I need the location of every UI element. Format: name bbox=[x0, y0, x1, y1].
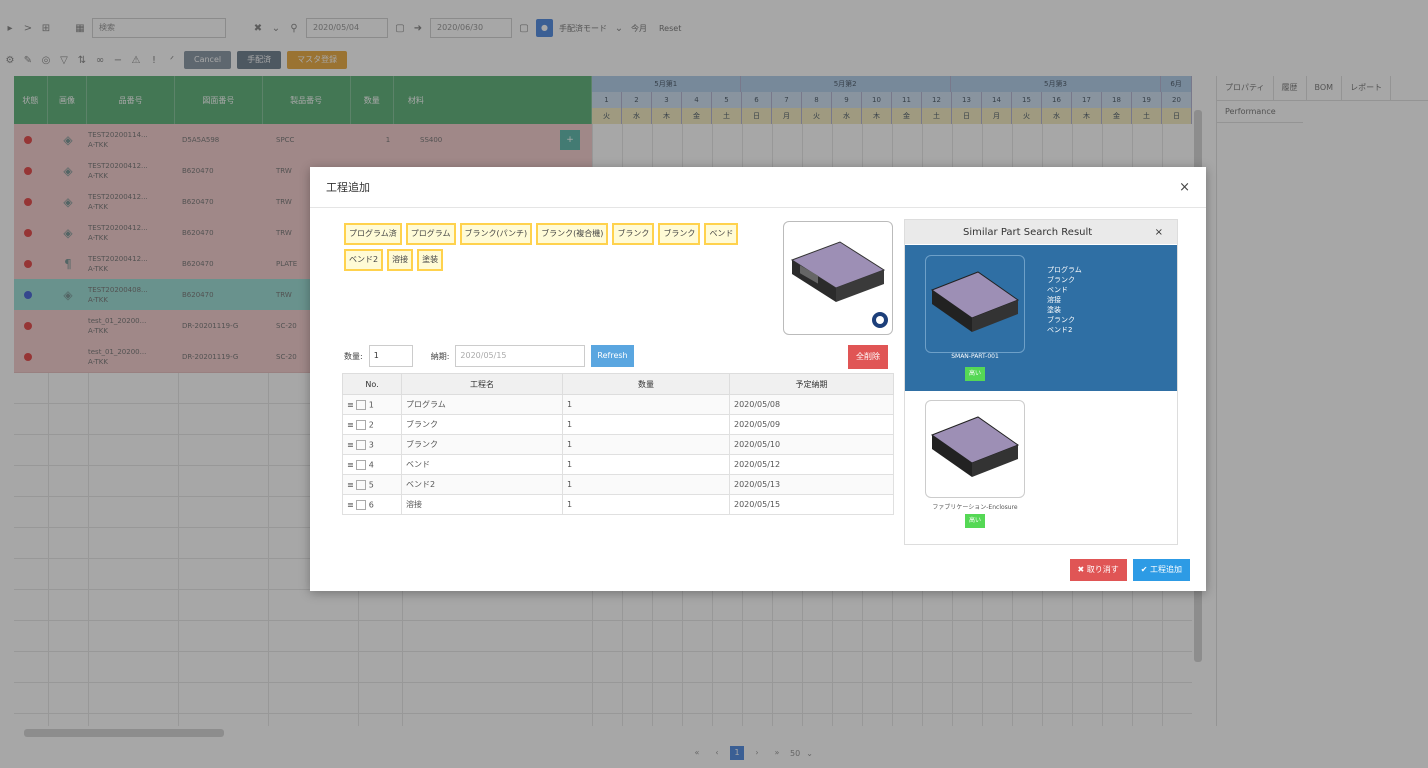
result-process-item: ブランク bbox=[1047, 316, 1075, 324]
process-no: 6 bbox=[368, 500, 374, 509]
process-no: 1 bbox=[368, 400, 374, 409]
result-thumbnail[interactable] bbox=[925, 400, 1025, 498]
col-due-date: 予定納期 bbox=[729, 373, 894, 395]
process-tag[interactable]: ブランク bbox=[612, 223, 655, 245]
result-process-item: ブランク bbox=[1047, 276, 1075, 284]
table-row[interactable]: ≡ 5 ベンド2 1 2020/05/13 bbox=[342, 474, 894, 495]
due-date-label: 納期: bbox=[430, 351, 450, 361]
quantity-label: 数量: bbox=[344, 351, 363, 361]
process-name: ベンド2 bbox=[401, 474, 563, 495]
col-process-name: 工程名 bbox=[401, 373, 563, 395]
result-part-name: ファブリケーション-Enclosure bbox=[932, 504, 1018, 511]
enclosure-3d-icon bbox=[790, 241, 890, 330]
process-tag[interactable]: 塗装 bbox=[417, 249, 444, 271]
similar-part-header: Similar Part Search Result × bbox=[905, 220, 1177, 244]
process-tag[interactable]: ブランク(パンチ) bbox=[459, 223, 533, 245]
drag-handle-icon[interactable]: ≡ bbox=[347, 400, 354, 409]
process-tag[interactable]: ブランク bbox=[658, 223, 701, 245]
due-date-input[interactable]: 2020/05/15 bbox=[455, 345, 586, 367]
close-icon[interactable]: × bbox=[1179, 180, 1190, 195]
process-tag[interactable]: ブランク(複合機) bbox=[536, 223, 609, 245]
process-name: ベンド bbox=[401, 454, 563, 475]
quantity-due-row: 数量: 1 納期: 2020/05/15 Refresh bbox=[344, 345, 634, 367]
process-tag[interactable]: プログラム済 bbox=[344, 223, 402, 245]
similarity-badge: 高い bbox=[965, 514, 985, 528]
similar-part-panel: Similar Part Search Result × SMAN-PART-0… bbox=[904, 219, 1178, 545]
process-tag-list: プログラム済 プログラム ブランク(パンチ) ブランク(複合機) ブランク ブランク ベンド… bbox=[344, 223, 754, 271]
result-process-item: 塗装 bbox=[1047, 306, 1061, 314]
table-row[interactable]: ≡ 6 溶接 1 2020/05/15 bbox=[342, 494, 894, 515]
similar-part-title: Similar Part Search Result bbox=[963, 226, 1093, 238]
process-quantity: 1 bbox=[562, 414, 730, 435]
add-process-button[interactable]: ✔ 工程追加 bbox=[1132, 559, 1190, 581]
process-name: ブランク bbox=[401, 434, 563, 455]
similar-result-item-selected[interactable]: SMAN-PART-001 高い プログラム ブランク ベンド 溶接 塗装 ブランク ベンド… bbox=[905, 245, 1177, 391]
process-quantity: 1 bbox=[562, 454, 730, 475]
process-quantity: 1 bbox=[562, 494, 730, 515]
row-checkbox[interactable] bbox=[356, 459, 367, 470]
enclosure-3d-icon bbox=[930, 271, 1020, 332]
drag-handle-icon[interactable]: ≡ bbox=[347, 420, 354, 429]
modal-header: 工程追加 × bbox=[310, 167, 1206, 208]
process-name: ブランク bbox=[401, 414, 563, 435]
process-name: プログラム bbox=[401, 394, 563, 415]
row-checkbox[interactable] bbox=[356, 479, 367, 490]
modal-title: 工程追加 bbox=[326, 181, 370, 194]
table-row[interactable]: ≡ 2 ブランク 1 2020/05/09 bbox=[342, 414, 894, 435]
row-checkbox[interactable] bbox=[356, 499, 367, 510]
process-no: 5 bbox=[368, 480, 374, 489]
result-process-item: 溶接 bbox=[1047, 296, 1061, 304]
process-due-date: 2020/05/12 bbox=[729, 454, 894, 475]
drag-handle-icon[interactable]: ≡ bbox=[347, 500, 354, 509]
process-due-date: 2020/05/08 bbox=[729, 394, 894, 415]
process-no: 2 bbox=[368, 420, 374, 429]
process-due-date: 2020/05/15 bbox=[729, 494, 894, 515]
part-preview bbox=[783, 221, 893, 335]
col-no: No. bbox=[342, 373, 402, 395]
process-tag[interactable]: 溶接 bbox=[387, 249, 414, 271]
process-tag[interactable]: ベンド bbox=[704, 223, 739, 245]
result-part-name: SMAN-PART-001 bbox=[951, 353, 999, 360]
process-tag[interactable]: ベンド2 bbox=[344, 249, 384, 271]
table-row[interactable]: ≡ 3 ブランク 1 2020/05/10 bbox=[342, 434, 894, 455]
process-table: No. 工程名 数量 予定納期 ≡ 1 プログラム 1 2020/05/08 ≡ 2 ブラ… bbox=[342, 373, 894, 515]
process-quantity: 1 bbox=[562, 394, 730, 415]
drag-handle-icon[interactable]: ≡ bbox=[347, 460, 354, 469]
add-process-modal: 工程追加 × プログラム済 プログラム ブランク(パンチ) ブランク(複合機) ブランク… bbox=[310, 167, 1206, 591]
quantity-input[interactable]: 1 bbox=[368, 345, 413, 367]
result-process-list: プログラム ブランク ベンド 溶接 塗装 ブランク ベンド2 bbox=[1047, 265, 1082, 335]
process-due-date: 2020/05/13 bbox=[729, 474, 894, 495]
refresh-button[interactable]: Refresh bbox=[591, 345, 634, 367]
drag-handle-icon[interactable]: ≡ bbox=[347, 440, 354, 449]
delete-all-button[interactable]: 全削除 bbox=[848, 345, 888, 369]
drag-handle-icon[interactable]: ≡ bbox=[347, 480, 354, 489]
modal-footer: ✖ 取り消す ✔ 工程追加 bbox=[1069, 559, 1190, 581]
table-row[interactable]: ≡ 1 プログラム 1 2020/05/08 bbox=[342, 394, 894, 415]
col-quantity: 数量 bbox=[562, 373, 730, 395]
close-icon[interactable]: × bbox=[1155, 227, 1163, 238]
result-thumbnail[interactable] bbox=[925, 255, 1025, 353]
process-due-date: 2020/05/10 bbox=[729, 434, 894, 455]
process-name: 溶接 bbox=[401, 494, 563, 515]
process-tag[interactable]: プログラム bbox=[405, 223, 456, 245]
similarity-badge: 高い bbox=[965, 367, 985, 381]
result-process-item: ベンド2 bbox=[1047, 326, 1073, 334]
row-checkbox[interactable] bbox=[356, 439, 367, 450]
cancel-button[interactable]: ✖ 取り消す bbox=[1069, 559, 1127, 581]
process-quantity: 1 bbox=[562, 474, 730, 495]
result-process-item: プログラム bbox=[1047, 266, 1082, 274]
process-no: 3 bbox=[368, 440, 374, 449]
table-row[interactable]: ≡ 4 ベンド 1 2020/05/12 bbox=[342, 454, 894, 475]
process-no: 4 bbox=[368, 460, 374, 469]
row-checkbox[interactable] bbox=[356, 399, 367, 410]
process-quantity: 1 bbox=[562, 434, 730, 455]
result-process-item: ベンド bbox=[1047, 286, 1068, 294]
enclosure-3d-icon bbox=[930, 416, 1020, 477]
row-checkbox[interactable] bbox=[356, 419, 367, 430]
process-due-date: 2020/05/09 bbox=[729, 414, 894, 435]
